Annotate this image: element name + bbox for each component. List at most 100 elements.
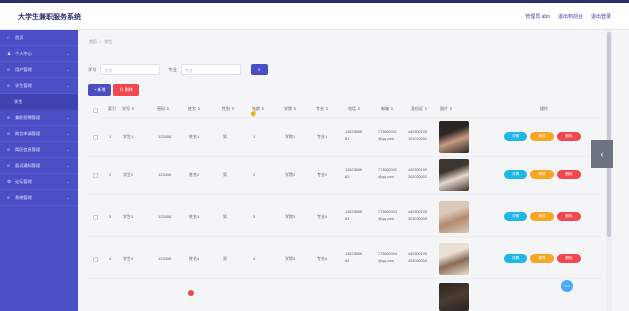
sidebar: ⌂ 首页 ♟ 个人中心 ⌄ ≡ 用户管理 ⌄ ≡ 学生管理 ⌄ 学生 ≡ 兼职招聘管理 ⌄ ≡ 岗位申请管理 ⌄ ≡… [0, 30, 78, 311]
sidebar-item-b1[interactable]: ≡ 岗位申请管理 ⌄ [0, 126, 78, 142]
sidebar-item-a1[interactable]: ♟ 个人中心 ⌄ [0, 46, 78, 62]
search-button[interactable]: ⌕ [250, 64, 268, 75]
table-cell-idcard: 440300199 [408, 130, 428, 134]
front-page-link[interactable]: 退出到前台 [558, 13, 583, 20]
table-cell-idx: 4 [109, 256, 112, 261]
table-cell-pwd: 123456 [158, 134, 172, 139]
student-photo [439, 159, 469, 191]
list-icon: ≡ [7, 147, 10, 152]
table-cell-age: 2 [253, 172, 256, 177]
view-details-button[interactable]: 详情 [504, 132, 527, 141]
table-cell-phone: 13823888 [345, 210, 362, 214]
table-cell-college: 学院2 [285, 172, 296, 177]
chevron-down-icon: ⌄ [66, 131, 70, 136]
sidebar-item-a3[interactable]: ≡ 学生管理 ⌄ [0, 78, 78, 94]
column-header[interactable]: 学号 ⇕ [122, 106, 134, 112]
sidebar-item-a2[interactable]: ≡ 用户管理 ⌄ [0, 62, 78, 78]
table-cell-college: 学院1 [285, 134, 296, 139]
view-details-button[interactable]: 详情 [504, 170, 527, 179]
table-cell-sex: 男 [223, 214, 227, 219]
sidebar-item-b4[interactable]: ⚙ 论坛管理 ⌄ [0, 174, 78, 190]
column-header[interactable]: 学院 ⇕ [284, 106, 296, 112]
gear-icon: ⚙ [7, 178, 12, 184]
sidebar-subitem-students[interactable]: 学生 [0, 94, 78, 110]
row-checkbox[interactable] [93, 135, 98, 140]
column-header[interactable]: 性别 ⇕ [222, 106, 234, 112]
student-id-input[interactable]: 学号 [100, 64, 161, 75]
add-button[interactable]: + 新增 [88, 84, 112, 96]
column-header[interactable]: 索引 [108, 106, 116, 112]
sidebar-item-a0[interactable]: ⌂ 首页 [0, 30, 78, 46]
table-cell-sid: 学生2 [123, 172, 134, 177]
row-checkbox[interactable] [93, 257, 98, 262]
table-cell-idcard: 440300199 [408, 168, 428, 172]
sidebar-item-b0[interactable]: ≡ 兼职招聘管理 ⌄ [0, 110, 78, 126]
column-header[interactable]: 姓名 ⇕ [188, 106, 200, 112]
table-cell-sex: 男 [223, 256, 227, 261]
sidebar-item-b5[interactable]: ≡ 系统管理 ⌄ [0, 190, 78, 206]
table-row-divider [88, 278, 601, 279]
sidebar-item-label: 论坛管理 [15, 178, 32, 184]
select-all-checkbox[interactable] [93, 108, 98, 113]
page: 大学生兼职服务系统 管理员 abo 退出到前台 退出登录 ⌂ 首页 ♟ 个人中心 ⌄ ≡ 用… [0, 0, 629, 311]
edit-row-button[interactable]: 修改 [530, 212, 554, 221]
table-cell-idcard: 440300199 [408, 252, 428, 256]
delete-row-button[interactable]: 删除 [557, 254, 581, 263]
row-checkbox[interactable] [93, 173, 98, 178]
student-photo [439, 243, 469, 275]
sidebar-item-label: 岗位申请管理 [15, 130, 41, 136]
table-cell-phone: 13823888 [345, 252, 362, 256]
column-header[interactable]: 专业 ⇕ [316, 106, 328, 112]
breadcrumb-home[interactable]: 首页 [89, 39, 97, 45]
sidebar-item-label: 个人中心 [15, 50, 32, 56]
table-cell-age: 4 [253, 256, 256, 261]
delete-button[interactable]: ⊖ 删除 [113, 84, 139, 96]
table-cell-email: @qq.com [378, 217, 395, 221]
table-cell-college: 学院4 [285, 256, 296, 261]
chevron-down-icon: ⌄ [66, 179, 70, 184]
top-bar: 大学生兼职服务系统 管理员 abo 退出到前台 退出登录 [0, 0, 629, 30]
column-header[interactable]: 操作 [540, 106, 548, 112]
edit-row-button[interactable]: 修改 [530, 170, 554, 179]
header-divider [88, 117, 601, 118]
column-header[interactable]: 照片 ⇕ [440, 106, 452, 112]
table-cell-email: 773890004 [378, 252, 398, 256]
column-header[interactable]: 电话 ⇕ [348, 106, 360, 112]
table-cell-idcard: 202020002 [408, 175, 428, 179]
delete-row-button[interactable]: 删除 [557, 170, 581, 179]
column-header[interactable]: 密码 ⇕ [157, 106, 169, 112]
view-details-button[interactable]: 详情 [504, 212, 527, 221]
row-checkbox[interactable] [93, 215, 98, 220]
sidebar-item-b2[interactable]: ≡ 简历信息管理 ⌄ [0, 142, 78, 158]
table-cell-email: 773890001 [378, 130, 398, 134]
table-cell-sex: 男 [223, 172, 227, 177]
edit-row-button[interactable]: 修改 [530, 132, 554, 141]
current-user-link[interactable]: 管理员 abo [525, 13, 550, 20]
edit-row-button[interactable]: 修改 [530, 254, 554, 263]
student-photo [439, 121, 469, 153]
column-header[interactable]: 身份证 ⇕ [411, 106, 427, 112]
column-header[interactable]: 邮箱 ⇕ [381, 106, 393, 112]
table-cell-sid: 学生4 [123, 256, 134, 261]
app-title: 大学生兼职服务系统 [18, 14, 81, 21]
logout-link[interactable]: 退出登录 [591, 13, 611, 20]
table-cell-idcard: 303030003 [408, 217, 428, 221]
major-input[interactable]: 专业 [180, 64, 241, 75]
table-cell-email: @qq.com [378, 259, 395, 263]
student-photo [439, 283, 469, 311]
delete-row-button[interactable]: 删除 [557, 212, 581, 221]
table-cell-sex: 男 [223, 134, 227, 139]
collapse-tab[interactable]: ‹ [591, 140, 613, 168]
top-links: 管理员 abo 退出到前台 退出登录 [525, 13, 611, 20]
delete-row-button[interactable]: 删除 [557, 132, 581, 141]
student-id-label: 学号 [88, 66, 97, 72]
user-icon: ♟ [7, 50, 12, 56]
chevron-down-icon: ⌄ [66, 195, 70, 200]
list-icon: ≡ [7, 163, 10, 168]
sidebar-item-b3[interactable]: ≡ 面试通知管理 ⌄ [0, 158, 78, 174]
chevron-down-icon: ⌄ [66, 147, 70, 152]
scrollbar-thumb[interactable] [607, 32, 611, 237]
floating-button[interactable]: Ami [561, 280, 573, 292]
table-cell-email: @qq.com [378, 175, 395, 179]
view-details-button[interactable]: 详情 [504, 254, 527, 263]
